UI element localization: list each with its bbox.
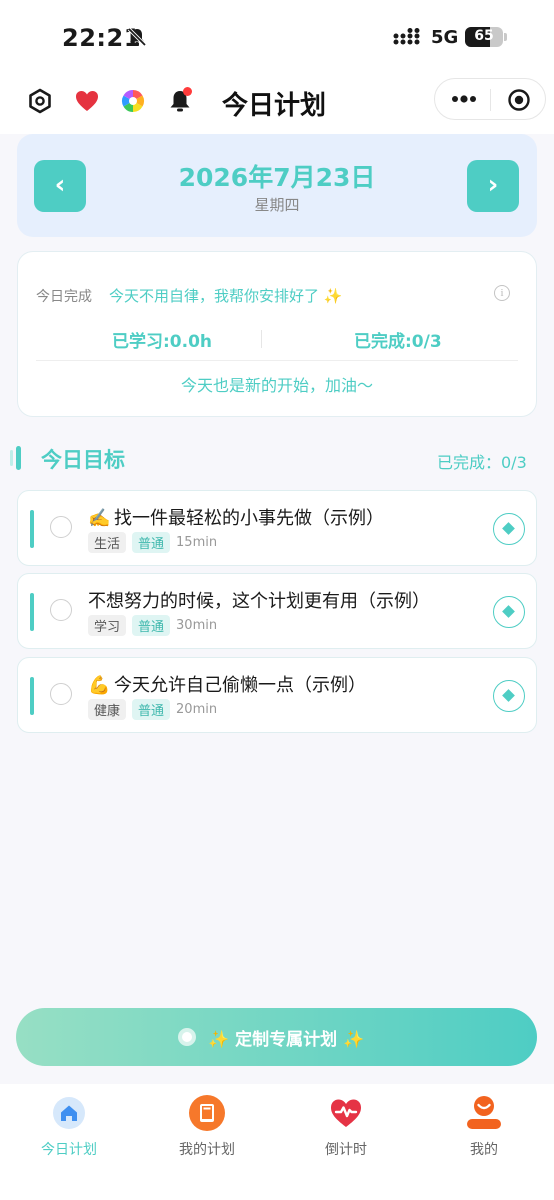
- task-title: ✍️ 找一件最轻松的小事先做（示例）: [88, 504, 384, 530]
- task-level: 普通: [132, 531, 171, 553]
- completed-count: 已完成:0/3: [354, 332, 442, 352]
- color-wheel-icon[interactable]: [119, 87, 147, 115]
- task-checkbox[interactable]: [50, 516, 72, 538]
- stat-divider: [261, 330, 262, 348]
- task-start-button[interactable]: [493, 680, 525, 712]
- capsule-divider: [490, 89, 491, 111]
- tab-my-plans[interactable]: 我的计划: [157, 1092, 257, 1162]
- task-title-text: 今天允许自己偷懒一点（示例）: [114, 675, 366, 696]
- task-accent-bar: [30, 677, 34, 715]
- notification-bell-icon[interactable]: [166, 87, 194, 115]
- sparkle-icon: ✨: [343, 1030, 365, 1050]
- weekday: 星期四: [254, 196, 300, 214]
- section-accent-light: [10, 450, 13, 466]
- flexed-bicep-icon: 💪: [88, 675, 111, 696]
- summary-label: 今日完成: [36, 289, 92, 305]
- task-accent-bar: [30, 510, 34, 548]
- summary-slogan: 今天不用自律，我帮你安排好了 ✨: [109, 287, 343, 305]
- task-meta: 健康 普通 20min: [88, 698, 218, 720]
- bell-mute-icon: [127, 27, 147, 47]
- task-accent-bar: [30, 593, 34, 631]
- task-category: 健康: [88, 698, 127, 720]
- more-icon[interactable]: [451, 91, 477, 107]
- task-title: 不想努力的时候，这个计划更有用（示例）: [88, 587, 430, 613]
- info-icon[interactable]: i: [494, 285, 510, 301]
- goals-title: 今日目标: [41, 448, 125, 472]
- task-category: 学习: [88, 614, 127, 636]
- custom-plan-label: ✨ 定制专属计划 ✨: [208, 1025, 364, 1050]
- diamond-icon: [502, 522, 515, 535]
- goals-count: 已完成：0/3: [437, 453, 527, 472]
- task-duration: 30min: [176, 617, 218, 633]
- battery-icon: 65: [465, 27, 503, 47]
- current-date: 2026年7月23日: [178, 163, 376, 192]
- nav-header: 今日计划: [0, 72, 554, 134]
- task-title-text: 找一件最轻松的小事先做（示例）: [114, 508, 384, 529]
- section-accent-bar: [16, 446, 21, 470]
- sparkle-icon: ✨: [208, 1030, 230, 1050]
- task-checkbox[interactable]: [50, 599, 72, 621]
- task-checkbox[interactable]: [50, 683, 72, 705]
- task-meta: 学习 普通 30min: [88, 614, 218, 636]
- task-item[interactable]: ✍️ 找一件最轻松的小事先做（示例） 生活 普通 15min: [17, 490, 537, 566]
- task-item[interactable]: 💪 今天允许自己偷懒一点（示例） 健康 普通 20min: [17, 657, 537, 733]
- task-category: 生活: [88, 531, 127, 553]
- summary-divider: [36, 360, 518, 361]
- user-icon: [467, 1096, 501, 1129]
- battery-tip: [504, 33, 507, 41]
- task-meta: 生活 普通 15min: [88, 531, 218, 553]
- signal-icon: [393, 28, 420, 45]
- tab-me[interactable]: 我的: [434, 1092, 534, 1162]
- summary-card: 今日完成 今天不用自律，我帮你安排好了 ✨ i 已学习:0.0h 已完成:0/3…: [17, 251, 537, 417]
- close-target-icon[interactable]: [507, 88, 531, 112]
- settings-hex-icon[interactable]: [26, 87, 54, 115]
- task-title: 💪 今天允许自己偷懒一点（示例）: [88, 671, 366, 697]
- task-duration: 15min: [176, 534, 218, 550]
- task-level: 普通: [132, 614, 171, 636]
- miniprogram-capsule: [434, 78, 546, 120]
- cheer-text: 今天也是新的开始，加油～: [180, 376, 373, 395]
- date-card: ‹ 2026年7月23日 星期四 ›: [17, 134, 537, 237]
- button-dot-icon: [178, 1028, 196, 1046]
- heart-pulse-icon: [331, 1099, 361, 1127]
- tab-label: 我的: [470, 1142, 498, 1158]
- tab-label: 今日计划: [41, 1142, 97, 1158]
- battery-percent: 65: [474, 28, 494, 44]
- task-level: 普通: [132, 698, 171, 720]
- tab-bar: 今日计划 我的计划 倒计时 我的: [0, 1084, 554, 1200]
- tab-today-plan[interactable]: 今日计划: [19, 1092, 119, 1162]
- task-item[interactable]: 不想努力的时候，这个计划更有用（示例） 学习 普通 30min: [17, 573, 537, 649]
- task-title-text: 不想努力的时候，这个计划更有用（示例）: [88, 591, 430, 612]
- home-icon: [53, 1097, 85, 1129]
- tab-label: 倒计时: [325, 1142, 367, 1158]
- heart-icon[interactable]: [73, 87, 101, 115]
- status-bar: 22:21 5G 65: [0, 0, 554, 72]
- writing-hand-icon: ✍️: [88, 508, 111, 529]
- tab-countdown[interactable]: 倒计时: [296, 1092, 396, 1162]
- task-duration: 20min: [176, 701, 218, 717]
- learned-hours: 已学习:0.0h: [112, 332, 213, 352]
- page-title: 今日计划: [222, 91, 327, 121]
- next-day-button[interactable]: ›: [467, 160, 519, 212]
- network-type: 5G: [431, 27, 459, 48]
- diamond-icon: [502, 605, 515, 618]
- diamond-icon: [502, 689, 515, 702]
- custom-plan-button[interactable]: ✨ 定制专属计划 ✨: [16, 1008, 537, 1066]
- book-icon: [189, 1095, 225, 1131]
- task-start-button[interactable]: [493, 513, 525, 545]
- task-start-button[interactable]: [493, 596, 525, 628]
- custom-plan-text: 定制专属计划: [235, 1030, 338, 1050]
- tab-label: 我的计划: [179, 1142, 235, 1158]
